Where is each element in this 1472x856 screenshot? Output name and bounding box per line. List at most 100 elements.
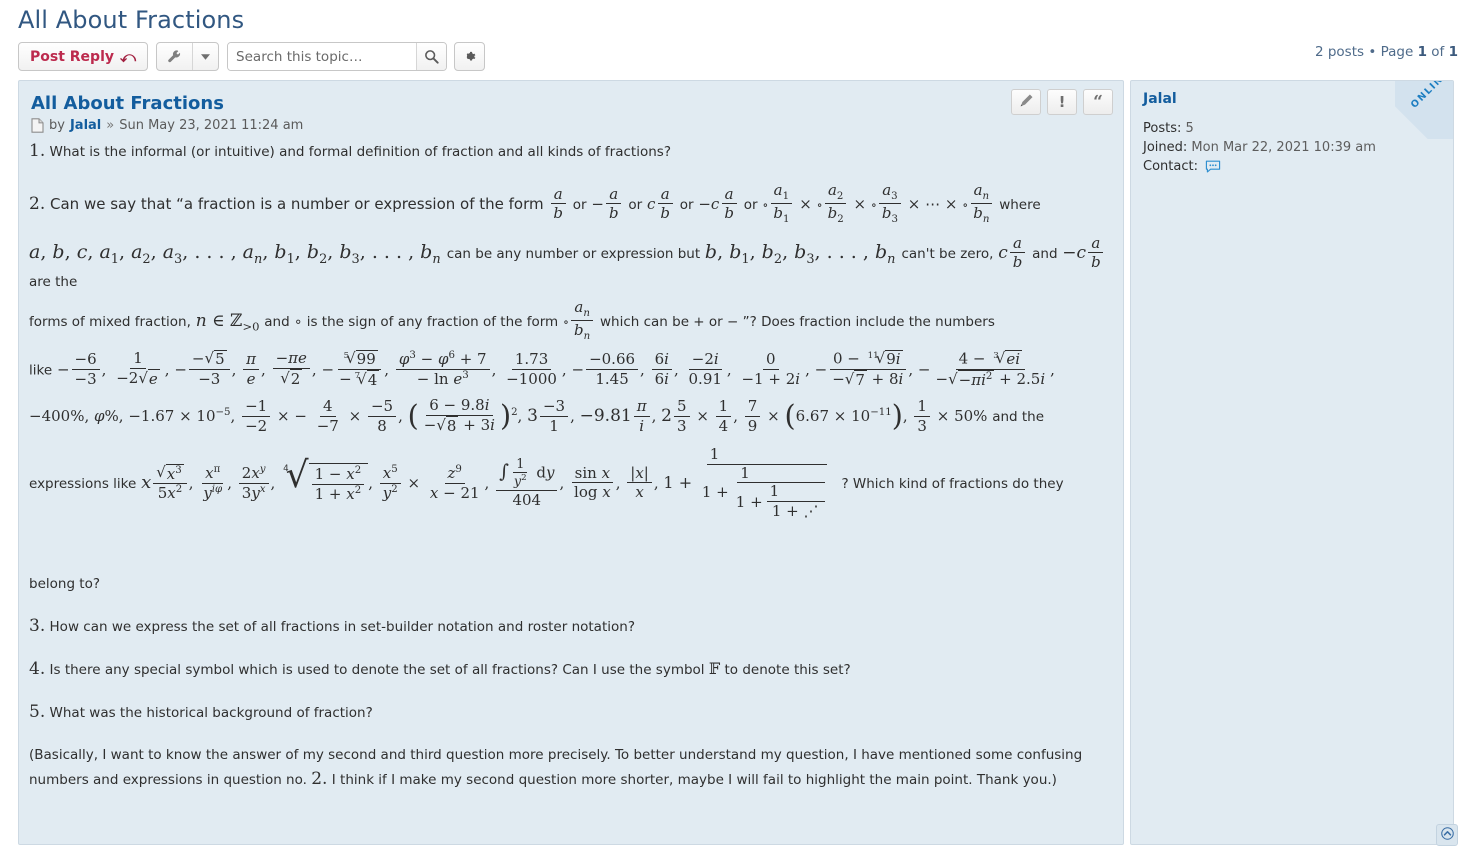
question-4-number: 4. xyxy=(29,659,46,679)
chevron-up-icon xyxy=(1440,826,1454,844)
variable-list: a, b, c, a1, a2, a3, . . . , an, b1, b2,… xyxy=(29,241,441,267)
pencil-icon xyxy=(1019,93,1034,112)
contact-label: Contact: xyxy=(1143,159,1198,174)
question-3-text: How can we express the set of all fracti… xyxy=(49,619,635,635)
fraction-4-minus-cube-root-ei-over-neg-root: 4 − 3 √ ei − √ −πi2 + 2.5i xyxy=(935,348,1046,389)
post-meta: by Jalal » Sun May 23, 2021 11:24 am xyxy=(31,118,1109,133)
closing-question-number: 2. xyxy=(311,769,328,789)
question-2-fraction-list: like − −6 −3, 1 −2 √ e, − − √ 5 −3, πe, −πe √ 2, −5… xyxy=(29,348,1055,390)
topic-action-bar: Post Reply ⤺ xyxy=(18,42,486,71)
or-word-2: or xyxy=(628,196,643,213)
profile-username-link[interactable]: Jalal xyxy=(1143,91,1441,107)
fraction-z9-over-x-minus-21: z9 x − 21 xyxy=(429,464,480,502)
topic-tools-split-button[interactable] xyxy=(156,42,220,71)
like-word: like xyxy=(29,362,53,379)
question-2-number-list: −400%, φ%, −1.67 × 10−5, −1 −2 × − 4 −7 × … xyxy=(29,396,1045,436)
question-4: 4. Is there any special symbol which is … xyxy=(29,657,1109,682)
question-3: 3. How can we express the set of all fra… xyxy=(29,614,1109,639)
fraction-a2-over-b2: a2 b2 xyxy=(824,181,847,227)
page-word: Page xyxy=(1380,44,1414,60)
question-4-text-b: to denote this set? xyxy=(724,662,851,678)
fraction-neg-c-a-over-b-2: ab xyxy=(1088,234,1104,272)
question-2-line-2: a, b, c, a1, a2, a3, . . . , an, b1, b2,… xyxy=(29,234,1109,291)
forum-topic-page: All About Fractions Post Reply ⤺ Search … xyxy=(0,0,1472,856)
search-options-gear-button[interactable] xyxy=(454,42,486,71)
quote-post-button[interactable]: “ xyxy=(1083,89,1113,115)
profile-joined-row: Joined: Mon Mar 22, 2021 10:39 am xyxy=(1143,138,1441,157)
expressions-like-label: expressions like xyxy=(29,475,137,492)
fraction-a1-over-b1: a1 b1 xyxy=(770,181,793,227)
which-kind-question: ? Which kind of fractions do they xyxy=(841,475,1064,492)
value-gravitational-constant: (6.67 × 10−11) xyxy=(784,399,903,433)
question-5-text: What was the historical background of fr… xyxy=(49,705,373,721)
b-variable-list: b, b1, b2, b3, . . . , bn xyxy=(704,241,896,267)
of-word: of xyxy=(1431,44,1445,60)
search-input[interactable] xyxy=(228,43,417,70)
fraction-x5-over-y2: x5 y2 xyxy=(379,464,401,502)
wrench-icon[interactable] xyxy=(157,43,192,70)
post-count: 2 posts xyxy=(1314,44,1365,60)
author-profile-panel: ONLINE Jalal Posts: 5 Joined: Mon Mar 22… xyxy=(1130,80,1454,845)
fraction-6-minus-98i-over-neg-root8-plus-3i: 6 − 9.8i − √ 8 + 3i xyxy=(423,396,495,436)
search-topic-field[interactable] xyxy=(227,42,448,71)
caret-down-icon[interactable] xyxy=(192,43,218,70)
mixed-number-2-5-over-3: 253 xyxy=(661,397,691,435)
fraction-6i-over-6i: 6i 6i xyxy=(651,350,672,388)
q2-are-the: are the xyxy=(29,274,78,291)
question-2-line-3: forms of mixed fraction, n ∈ ℤ>0 and ∘ i… xyxy=(29,298,995,343)
where-word: where xyxy=(999,196,1041,213)
q2-cant-be-zero: can't be zero, xyxy=(901,246,994,262)
post-reply-button[interactable]: Post Reply ⤺ xyxy=(18,42,149,71)
post-date: Sun May 23, 2021 11:24 am xyxy=(119,118,304,133)
closing-text-b: I think if I make my second question mor… xyxy=(331,772,1057,788)
q2-text-e: which can be + or − ”? Does fraction inc… xyxy=(599,313,995,330)
search-submit-button[interactable] xyxy=(416,43,447,70)
fraction-neg5-over-8: −5 8 xyxy=(367,397,397,435)
fraction-neg6-over-neg3: −6 −3 xyxy=(71,350,100,388)
or-word-1: or xyxy=(572,196,587,213)
fraction-neg-a-over-b: ab xyxy=(606,185,622,223)
scroll-to-top-button[interactable] xyxy=(1436,824,1458,846)
question-2-expression-list: expressions like x √ x3 5x2, xπ yiφ, 2xy 3yx,… xyxy=(29,445,1064,521)
edit-post-button[interactable] xyxy=(1011,89,1041,115)
fraction-neg1-over-neg2: −1 −2 xyxy=(242,397,271,435)
or-word-4: or xyxy=(743,196,758,213)
mixed-number-3-neg3-over-1: 3 −3 1 xyxy=(527,397,570,435)
post-author-link[interactable]: Jalal xyxy=(70,118,101,133)
post-title[interactable]: All About Fractions xyxy=(31,93,1109,114)
fraction-root-x3-over-5x2: √ x3 5x2 xyxy=(153,463,187,503)
current-page: 1 xyxy=(1417,44,1427,60)
question-1-number: 1. xyxy=(29,141,46,161)
value-phi-percent: φ%, xyxy=(94,407,124,426)
fraction-fifth-root-99-over-seventh-root-4: 5 √ 99−7 √ 4 xyxy=(336,349,382,390)
post-tool-buttons: ! “ xyxy=(1011,89,1113,115)
fraction-pi-over-e: πe xyxy=(243,350,260,388)
question-2-number: 2. xyxy=(29,193,46,214)
and-the-words: and the xyxy=(992,409,1045,426)
post-reply-label: Post Reply xyxy=(30,48,114,65)
joined-label: Joined: xyxy=(1143,140,1188,155)
by-label: by xyxy=(49,118,65,133)
question-1-text: What is the informal (or intuitive) and … xyxy=(49,144,671,160)
fourth-root-of-fraction: 4 √ 1 − x2 1 + x2 xyxy=(280,457,369,503)
reply-arrow-icon: ⤺ xyxy=(120,47,137,66)
q2-text-d: and ∘ is the sign of any fraction of the… xyxy=(264,313,559,330)
fraction-abs-x-over-x: |x| x xyxy=(627,464,652,502)
fraction-4-over-neg7: 4 −7 xyxy=(316,397,339,435)
fraction-neg066-over-145: −0.66 1.45 xyxy=(586,350,639,388)
fraction-neg-c-a-over-b: ab xyxy=(721,185,737,223)
question-5: 5. What was the historical background of… xyxy=(29,700,1109,725)
expression-complex-squared: (6 − 9.8i − √ 8 + 3i)2 xyxy=(407,396,518,436)
fraction-eleventh-root-9i-over-neg-root7-plus-8i: 0 − 11 √ 9i − √ 7 + 8i xyxy=(829,349,906,390)
exclamation-icon: ! xyxy=(1058,93,1066,111)
fraction-a-over-b-1: ab xyxy=(550,185,566,223)
and-word-1: and xyxy=(1032,246,1058,262)
meta-separator: » xyxy=(106,118,115,133)
question-2-line-1: 2. Can we say that “a fraction is a numb… xyxy=(29,181,1041,227)
q2-text-b: can be any number or expression but xyxy=(446,246,701,262)
fraction-x-pi-over-y-i-phi: xπ yiφ xyxy=(202,464,224,502)
fraction-7-over-9: 79 xyxy=(744,397,761,435)
report-post-button[interactable]: ! xyxy=(1047,89,1077,115)
fraction-173-over-neg1000: 1.73 −1000 xyxy=(506,349,557,388)
pm-bubble-icon[interactable] xyxy=(1205,160,1221,180)
